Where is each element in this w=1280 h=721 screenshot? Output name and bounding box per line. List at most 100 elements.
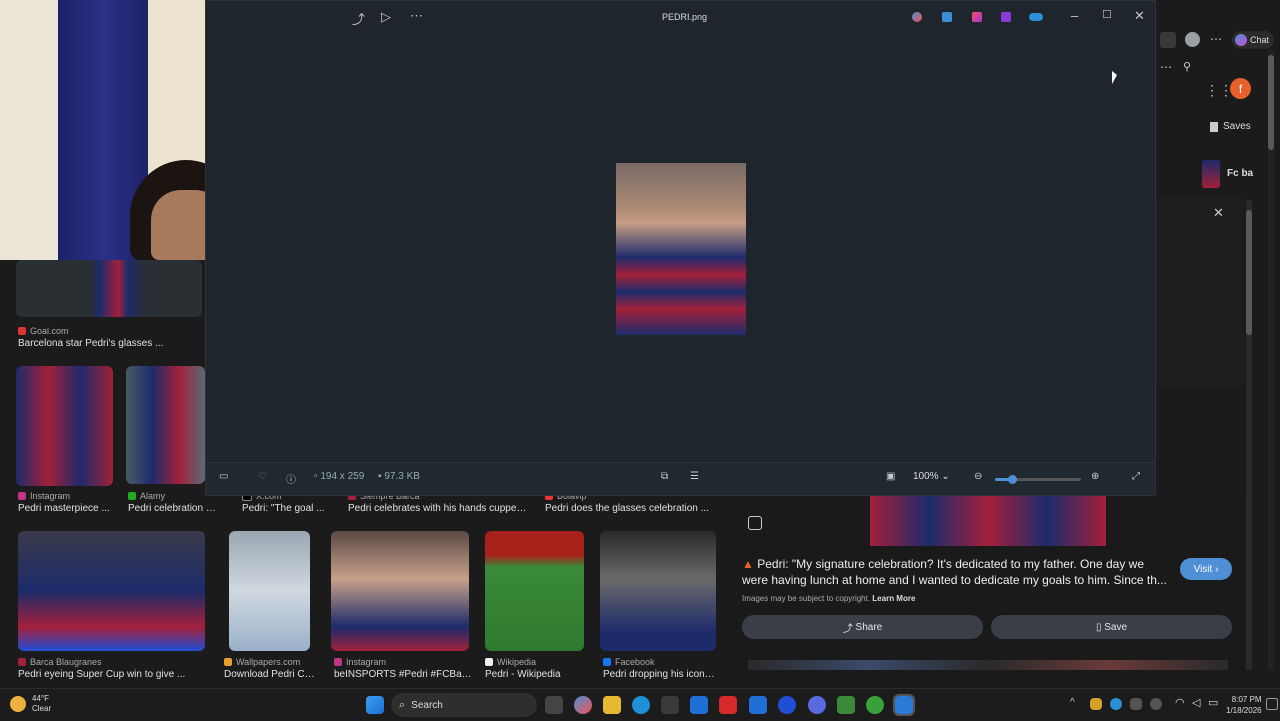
save-button[interactable]: ▯ Save [991, 615, 1232, 639]
account-avatar[interactable]: f [1230, 78, 1251, 99]
result-caption[interactable]: Download Pedri Cel... [224, 669, 316, 680]
store-icon[interactable] [661, 696, 679, 714]
info-icon[interactable]: ⓘ [286, 471, 296, 486]
mail-icon[interactable] [778, 696, 796, 714]
start-icon[interactable] [366, 696, 384, 714]
window-title: PEDRI.png [662, 12, 708, 22]
outlook-icon[interactable] [749, 696, 767, 714]
result-caption[interactable]: Pedri does the glasses celebration ... [545, 503, 715, 514]
apps-grid-icon[interactable]: ⋮⋮ [1205, 82, 1233, 99]
result-caption[interactable]: Pedri dropping his iconi... [603, 669, 715, 680]
fullscreen-icon[interactable]: ⤢ [1132, 471, 1140, 482]
detail-title[interactable]: ▲ Pedri: "My signature celebration? It's… [742, 556, 1172, 588]
notification-icon[interactable] [1266, 698, 1278, 710]
pin-icon[interactable]: ⚲ [1183, 60, 1191, 73]
zoom-out-icon[interactable]: ⊖ [974, 471, 982, 482]
edit-icon[interactable]: ☰ [690, 471, 699, 482]
share-button[interactable]: ⤴ Share [742, 615, 983, 639]
copilot-icon[interactable] [574, 696, 592, 714]
mcafee-icon[interactable] [719, 696, 737, 714]
result-image[interactable] [126, 366, 205, 484]
panel-more-icon[interactable]: ⋯ [1160, 60, 1172, 74]
saves-button[interactable]: Saves [1210, 121, 1251, 132]
zoom-in-icon[interactable]: ⊕ [1091, 471, 1099, 482]
file-explorer-icon[interactable] [603, 696, 621, 714]
fit-to-window-icon[interactable]: ▣ [886, 471, 895, 482]
result-caption[interactable]: Pedri: "The goal ... [242, 503, 334, 514]
more-options-icon[interactable]: ⋯ [410, 8, 423, 24]
visit-button[interactable]: Visit › [1180, 558, 1232, 580]
task-view-icon[interactable] [545, 696, 563, 714]
related-search-label[interactable]: Fc ba [1227, 168, 1253, 179]
edge-icon[interactable] [632, 696, 650, 714]
maximize-icon[interactable]: ☐ [1102, 8, 1112, 21]
clipchamp-icon[interactable] [972, 12, 982, 22]
result-source: Instagram [18, 491, 70, 501]
result-image[interactable] [18, 531, 205, 651]
result-image[interactable] [16, 366, 113, 486]
search-box[interactable]: ⌕ Search [391, 693, 537, 717]
more-menu-icon[interactable]: ⋯ [1210, 32, 1222, 46]
chat-button[interactable]: Chat [1232, 31, 1274, 49]
close-icon[interactable]: ✕ [1134, 8, 1145, 24]
result-caption[interactable]: Pedri celebrates with his hands cupped .… [348, 503, 528, 514]
battery-icon[interactable]: ▭ [1208, 696, 1218, 709]
minimize-icon[interactable]: – [1071, 8, 1078, 23]
detail-image-strip[interactable] [870, 496, 1106, 546]
designer-icon[interactable] [1001, 12, 1011, 22]
wifi-icon[interactable]: ◠ [1175, 696, 1185, 709]
chrome-icon[interactable] [866, 696, 884, 714]
vscode-icon[interactable] [690, 696, 708, 714]
displayed-photo[interactable] [616, 163, 746, 335]
result-source: Instagram [334, 657, 386, 667]
profile-icon[interactable] [1185, 32, 1200, 47]
result-image[interactable] [331, 531, 469, 651]
tray-icon[interactable] [1130, 698, 1142, 710]
page-scrollbar[interactable] [1268, 50, 1274, 670]
weather-temp: 44°F [32, 694, 49, 703]
result-caption[interactable]: Pedri eyeing Super Cup win to give ... [18, 669, 204, 680]
show-hidden-icons[interactable]: ^ [1070, 697, 1075, 708]
microphone-icon[interactable] [1150, 698, 1162, 710]
result-image[interactable] [229, 531, 310, 651]
filesize-text: ▪ 97.3 KB [378, 471, 420, 482]
photo-status-bar: ▭ ♡ ⓘ ▫ 194 x 259 ▪ 97.3 KB ⧉ ☰ ▣ 100% ⌄… [206, 462, 1155, 495]
clock[interactable]: 8:07 PM 1/18/2026 [1226, 694, 1262, 716]
result-caption[interactable]: beINSPORTS #Pedri #FCBarc... [334, 669, 472, 680]
filmstrip-icon[interactable]: ▭ [219, 471, 228, 482]
result-caption[interactable]: Pedri celebration hi-... [128, 503, 220, 514]
detail-scrollbar[interactable] [1246, 200, 1252, 670]
result-caption[interactable]: Pedri masterpiece ... [18, 503, 118, 514]
onedrive-icon[interactable] [1029, 13, 1043, 21]
close-detail-icon[interactable]: ✕ [1213, 205, 1224, 221]
visual-search-icon[interactable] [748, 516, 762, 530]
share-icon[interactable]: ⤴ [352, 9, 365, 28]
result-image[interactable] [485, 531, 584, 651]
slideshow-icon[interactable]: ▷ [381, 9, 391, 25]
blaugranes-icon [18, 658, 26, 666]
download-icon[interactable] [1160, 32, 1176, 48]
onedrive-icon[interactable] [1110, 698, 1122, 710]
result-image[interactable] [600, 531, 716, 651]
copilot-icon [1235, 34, 1247, 46]
photos-app-icon[interactable] [893, 694, 915, 716]
weather-widget[interactable]: 44°F Clear [10, 694, 51, 714]
learn-more-link[interactable]: Learn More [872, 594, 915, 603]
copilot-icon[interactable] [912, 12, 922, 22]
more-images-strip [748, 660, 1228, 670]
favorite-icon[interactable]: ♡ [258, 471, 267, 482]
zoom-slider-knob[interactable] [1008, 475, 1018, 484]
zoom-slider[interactable] [995, 475, 1081, 484]
discord-icon[interactable] [808, 696, 826, 714]
result-caption[interactable]: Pedri - Wikipedia [485, 669, 595, 680]
result-caption[interactable]: Barcelona star Pedri's glasses ... [18, 338, 198, 349]
tray-app-icon[interactable] [1090, 698, 1102, 710]
related-thumb[interactable] [1202, 160, 1220, 188]
xbox-icon[interactable] [837, 696, 855, 714]
volume-icon[interactable]: ◁ [1192, 696, 1200, 709]
result-image[interactable] [16, 260, 202, 317]
paint-icon[interactable] [942, 12, 952, 22]
crop-icon[interactable]: ⧉ [661, 471, 668, 482]
zoom-select[interactable]: 100% ⌄ [913, 471, 950, 482]
photos-window: ⤴ ▷ ⋯ PEDRI.png – ☐ ✕ ▭ ♡ ⓘ ▫ 194 x 259 … [205, 0, 1156, 496]
